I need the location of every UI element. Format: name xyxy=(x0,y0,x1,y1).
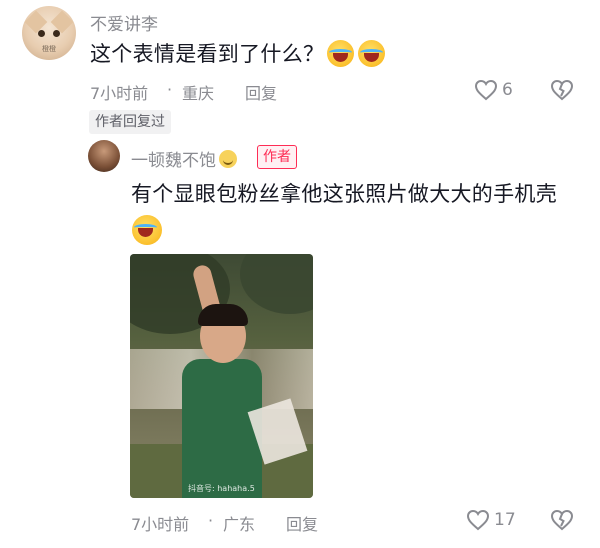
reply-username-row: 一顿魏不饱 xyxy=(131,146,237,171)
dislike-broken-heart-icon[interactable] xyxy=(550,79,574,101)
like-count: 17 xyxy=(494,510,516,530)
comment-username[interactable]: 不爱讲李 xyxy=(90,10,158,35)
reply-button[interactable]: 回复 xyxy=(245,80,277,104)
author-badge: 作者 xyxy=(257,145,297,169)
reply-location-dot: · xyxy=(208,511,214,530)
reply-text: 有个显眼包粉丝拿他这张照片做大大的手机壳 xyxy=(131,182,557,206)
author-replied-chip: 作者回复过 xyxy=(89,110,171,134)
photo-tree xyxy=(240,254,313,314)
like-heart-icon[interactable] xyxy=(474,79,498,101)
reply-username[interactable]: 一顿魏不饱 xyxy=(131,146,216,171)
reply-image[interactable]: 抖音号: hahaha.5 xyxy=(130,254,313,498)
crying-laugh-emoji xyxy=(358,39,386,67)
like-heart-icon[interactable] xyxy=(466,509,490,531)
comment-location: 重庆 xyxy=(182,84,215,103)
reply-reply-button[interactable]: 回复 xyxy=(286,511,318,535)
reply-avatar[interactable] xyxy=(88,140,120,172)
image-watermark: 抖音号: hahaha.5 xyxy=(188,484,255,493)
avatar[interactable]: 橙橙 xyxy=(22,6,76,60)
dislike-broken-heart-icon[interactable] xyxy=(550,509,574,531)
cat-ear-left xyxy=(24,10,48,34)
comment-location-dot: · xyxy=(167,80,173,99)
smile-emoji xyxy=(219,149,237,168)
cat-eye-right xyxy=(53,30,60,37)
reply-time: 7小时前 xyxy=(131,515,190,534)
comment-text: 这个表情是看到了什么？ xyxy=(90,42,325,66)
reply-location: 广东 xyxy=(223,515,256,534)
photo-child-body xyxy=(182,359,262,498)
cat-eye-left xyxy=(38,30,45,37)
like-count: 6 xyxy=(502,80,513,100)
crying-laugh-emoji xyxy=(327,39,355,67)
avatar-caption: 橙橙 xyxy=(42,45,56,53)
comment-time: 7小时前 xyxy=(90,84,149,103)
rofl-emoji xyxy=(132,215,162,245)
photo-child-hair xyxy=(198,304,248,326)
comment-body: 这个表情是看到了什么？ xyxy=(90,38,386,68)
